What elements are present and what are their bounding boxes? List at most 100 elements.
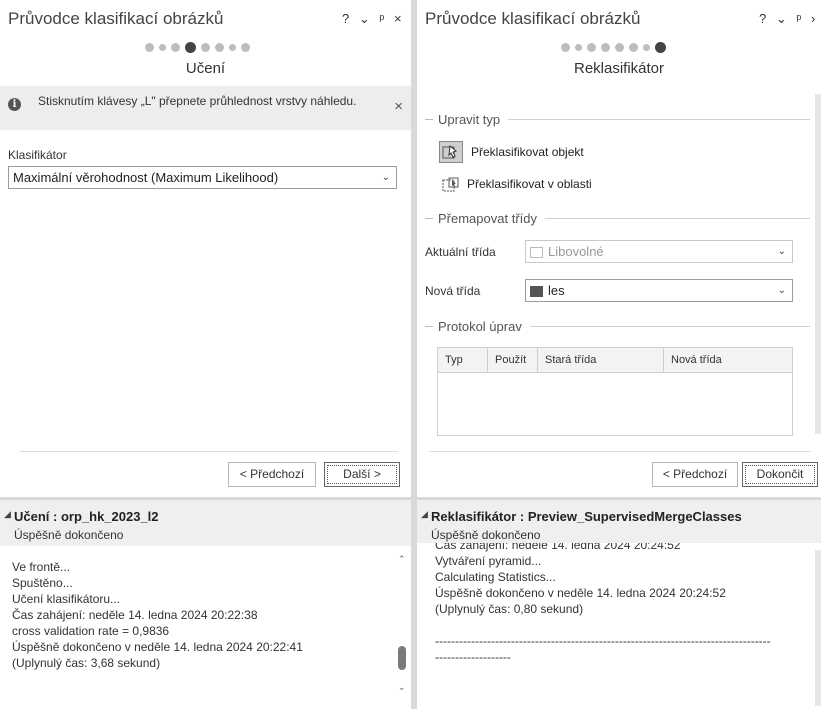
previous-button[interactable]: < Předchozí — [228, 462, 316, 487]
log-line: Čas zahájení: neděle 14. ledna 2024 20:2… — [12, 608, 258, 622]
step-dot[interactable] — [145, 43, 154, 52]
edit-protocol-table: Typ Použít Stará třída Nová třída — [437, 347, 793, 373]
new-class-label: Nová třída — [425, 284, 481, 298]
class-color-swatch — [530, 286, 543, 298]
scrollbar[interactable] — [815, 94, 821, 434]
next-button[interactable]: Další > — [324, 462, 400, 487]
current-class-dropdown[interactable]: Libovolné ⌄ — [525, 240, 793, 263]
step-dot[interactable] — [575, 44, 582, 51]
pin-icon[interactable]: ᵖ — [379, 11, 387, 26]
training-log-pane: ◢ Učení : orp_hk_2023_l2 Úspěšně dokonče… — [0, 500, 411, 709]
reclassify-object-tool[interactable]: Překlasifikovat objekt — [439, 141, 584, 163]
log-messages: Ve frontě... Spuštěno... Učení klasifiká… — [12, 559, 303, 671]
collapse-caret-icon[interactable]: ◢ — [421, 509, 428, 520]
log-line: Učení klasifikátoru... — [12, 592, 121, 606]
log-messages: Čas zahájení: neděle 14. ledna 2024 20:2… — [435, 537, 815, 707]
log-header[interactable]: ◢ Učení : orp_hk_2023_l2 Úspěšně dokonče… — [0, 500, 411, 546]
chevron-down-icon: ⌄ — [777, 246, 786, 257]
step-dot[interactable] — [601, 43, 610, 52]
step-indicator — [561, 42, 666, 53]
footer-divider — [20, 451, 398, 452]
step-dot[interactable] — [629, 43, 638, 52]
step-dot-active[interactable] — [185, 42, 196, 53]
log-line: Úspěšně dokončeno v neděle 14. ledna 202… — [12, 640, 303, 654]
log-scrollbar[interactable] — [815, 550, 821, 706]
close-icon[interactable]: × — [394, 11, 405, 26]
info-text: Stisknutím klávesy „L" přepnete průhledn… — [38, 94, 357, 108]
reclassify-object-icon — [439, 141, 463, 163]
step-title: Reklasifikátor — [573, 60, 665, 77]
classifier-value: Maximální věrohodnost (Maximum Likelihoo… — [13, 170, 279, 185]
reclassify-region-icon — [439, 175, 459, 193]
chevron-down-icon[interactable]: ⌄ — [776, 11, 790, 26]
current-class-label: Aktuální třída — [425, 245, 496, 259]
wizard-title: Průvodce klasifikací obrázků — [8, 9, 224, 28]
log-scrollbar[interactable]: ⌃ ⌄ — [396, 550, 408, 706]
log-line: Vytváření pyramid... — [435, 554, 542, 568]
help-icon[interactable]: ? — [342, 11, 352, 26]
step-indicator — [145, 42, 250, 53]
pin-icon[interactable]: ᵖ — [796, 11, 804, 26]
scroll-down-icon[interactable]: ⌄ — [398, 682, 406, 693]
finish-button[interactable]: Dokončit — [742, 462, 818, 487]
column-header-type[interactable]: Typ — [437, 347, 488, 373]
column-header-old-class[interactable]: Stará třída — [537, 347, 664, 373]
log-line: (Uplynulý čas: 0,80 sekund) — [435, 602, 584, 616]
step-dot[interactable] — [171, 43, 180, 52]
footer-divider — [429, 451, 811, 452]
scroll-thumb[interactable] — [398, 646, 406, 670]
info-icon: i — [8, 98, 21, 111]
scroll-up-icon[interactable]: ⌃ — [398, 554, 406, 565]
window-tools: ? ⌄ ᵖ × — [342, 11, 405, 27]
step-title: Učení — [185, 60, 226, 77]
step-dot[interactable] — [561, 43, 570, 52]
log-line: Ve frontě... — [12, 560, 71, 574]
log-header[interactable]: ◢ Reklasifikátor : Preview_SupervisedMer… — [417, 500, 821, 543]
close-icon[interactable]: × — [394, 98, 403, 115]
protocol-section: Protokol úprav — [425, 318, 810, 334]
column-header-new-class[interactable]: Nová třída — [663, 347, 793, 373]
log-status: Úspěšně dokončeno — [14, 528, 124, 542]
log-line: cross validation rate = 0,9836 — [12, 624, 170, 638]
chevron-down-icon: ⌄ — [777, 285, 786, 296]
chevron-down-icon[interactable]: ⌄ — [359, 11, 373, 26]
classifier-label: Klasifikátor — [8, 148, 67, 162]
collapse-caret-icon[interactable]: ◢ — [4, 509, 11, 520]
close-icon[interactable]: › — [811, 11, 818, 26]
chevron-down-icon: ⌄ — [381, 172, 390, 183]
log-title: Učení : orp_hk_2023_l2 — [14, 509, 159, 524]
classifier-dropdown[interactable]: Maximální věrohodnost (Maximum Likelihoo… — [8, 166, 397, 189]
edit-type-section: Upravit typ — [425, 111, 810, 127]
step-dot[interactable] — [201, 43, 210, 52]
log-line: ------------------- — [435, 650, 511, 664]
log-line: Calculating Statistics... — [435, 570, 556, 584]
step-dot[interactable] — [159, 44, 166, 51]
reclassifier-wizard-pane: Průvodce klasifikací obrázků ? ⌄ ᵖ › Rek… — [417, 0, 821, 497]
log-line: (Uplynulý čas: 3,68 sekund) — [12, 656, 161, 670]
window-tools: ? ⌄ ᵖ › — [759, 11, 818, 27]
new-class-dropdown[interactable]: les ⌄ — [525, 279, 793, 302]
column-header-apply[interactable]: Použít — [487, 347, 538, 373]
info-banner: i Stisknutím klávesy „L" přepnete průhle… — [0, 86, 411, 130]
step-dot-active[interactable] — [655, 42, 666, 53]
log-title: Reklasifikátor : Preview_SupervisedMerge… — [431, 509, 742, 524]
edit-protocol-table-body — [437, 372, 793, 436]
wizard-title: Průvodce klasifikací obrázků — [425, 9, 641, 28]
remap-section: Přemapovat třídy — [425, 210, 810, 226]
training-wizard-pane: Průvodce klasifikací obrázků ? ⌄ ᵖ × Uče… — [0, 0, 411, 497]
log-status: Úspěšně dokončeno — [431, 528, 541, 542]
step-dot[interactable] — [215, 43, 224, 52]
log-line: ----------------------------------------… — [435, 634, 771, 648]
step-dot[interactable] — [643, 44, 650, 51]
step-dot[interactable] — [241, 43, 250, 52]
reclassify-region-tool[interactable]: Překlasifikovat v oblasti — [439, 175, 592, 193]
step-dot[interactable] — [587, 43, 596, 52]
step-dot[interactable] — [229, 44, 236, 51]
step-dot[interactable] — [615, 43, 624, 52]
class-color-swatch — [530, 247, 543, 259]
previous-button[interactable]: < Předchozí — [652, 462, 738, 487]
current-class-value: Libovolné — [548, 244, 604, 259]
log-line: Spuštěno... — [12, 576, 73, 590]
help-icon[interactable]: ? — [759, 11, 769, 26]
